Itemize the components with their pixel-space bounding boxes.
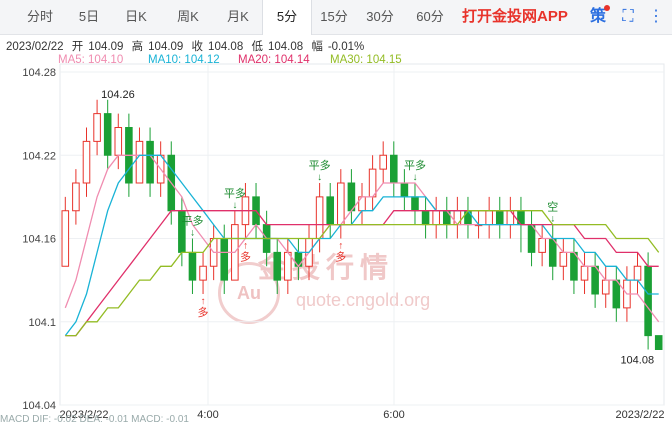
candle-body xyxy=(93,113,101,142)
kline-chart[interactable]: 104.28 104.22 104.16 104.1 104.04 2023/2/22 4:… xyxy=(0,0,672,423)
candle-body xyxy=(114,127,123,156)
candle-body xyxy=(601,279,610,295)
signal-label: 空 xyxy=(547,200,558,214)
candle-body xyxy=(570,251,578,281)
candle-body xyxy=(72,182,80,212)
candle-body xyxy=(644,265,652,337)
candle-body xyxy=(220,238,229,281)
signal-label: 平多 xyxy=(309,158,331,172)
candle-body xyxy=(559,251,568,267)
signal-arrow: ↑ xyxy=(243,241,248,252)
y-tick-label: 104.04 xyxy=(22,400,56,412)
low-marker: 104.08 xyxy=(620,355,654,367)
candle-body xyxy=(326,196,334,226)
candle-body xyxy=(103,113,112,156)
ma-line-ma20 xyxy=(65,210,659,337)
signal-label: 平多 xyxy=(224,186,246,200)
candle-body xyxy=(485,210,493,226)
signal-arrow: ↓ xyxy=(190,228,195,239)
y-tick-label: 104.28 xyxy=(22,67,56,79)
candle-body xyxy=(591,265,599,295)
signal-arrow: ↓ xyxy=(412,172,417,183)
candle-body xyxy=(379,154,387,170)
signal-label: 多 xyxy=(198,305,209,319)
candle-body xyxy=(538,238,546,253)
signal-label: 平多 xyxy=(404,158,426,172)
candle-body xyxy=(633,265,642,281)
ma-line-ma30 xyxy=(65,210,660,337)
candle-body xyxy=(400,182,409,198)
candle-body xyxy=(82,140,91,184)
candle-body xyxy=(61,210,70,267)
candle-body xyxy=(273,251,282,281)
candle-body xyxy=(347,182,356,212)
plot-frame xyxy=(59,63,665,406)
candle-body xyxy=(411,196,419,212)
candle-body xyxy=(337,182,345,226)
candle-body xyxy=(495,210,504,226)
x-tick-label: 2023/2/22 xyxy=(616,409,665,421)
candle-body xyxy=(199,265,207,281)
y-tick-label: 104.1 xyxy=(28,317,56,329)
candle-body xyxy=(135,140,144,184)
x-tick-label: 4:00 xyxy=(197,409,218,421)
signal-label: 平多 xyxy=(181,214,203,228)
signal-label: 多 xyxy=(335,250,346,264)
candle-body xyxy=(315,196,324,239)
candle-body xyxy=(146,140,154,184)
candle-body xyxy=(612,279,621,309)
candle-body xyxy=(548,238,557,267)
x-tick-label: 6:00 xyxy=(383,409,404,421)
candle-body xyxy=(527,224,536,253)
high-marker: 104.26 xyxy=(101,89,135,101)
candle-body xyxy=(390,154,398,184)
candle-body xyxy=(580,265,589,281)
signal-label: 多 xyxy=(240,250,251,264)
candle-body xyxy=(654,335,663,350)
signal-arrow: ↑ xyxy=(338,241,343,252)
signal-arrow: ↑ xyxy=(201,296,206,307)
signal-arrow: ↓ xyxy=(232,200,237,211)
candle-body xyxy=(188,251,197,281)
signal-arrow: ↓ xyxy=(550,214,555,225)
y-tick-label: 104.22 xyxy=(22,150,56,162)
candle-body xyxy=(284,251,292,281)
ma-line-ma10 xyxy=(64,154,659,336)
candle-body xyxy=(432,210,440,226)
candle-body xyxy=(421,210,430,226)
signal-arrow: ↓ xyxy=(317,172,322,183)
y-tick-label: 104.16 xyxy=(22,234,56,246)
indicator-strip: MACD DIF: -0.02 DEA: -0.01 MACD: -0.01 xyxy=(0,414,189,425)
candle-body xyxy=(368,168,377,198)
